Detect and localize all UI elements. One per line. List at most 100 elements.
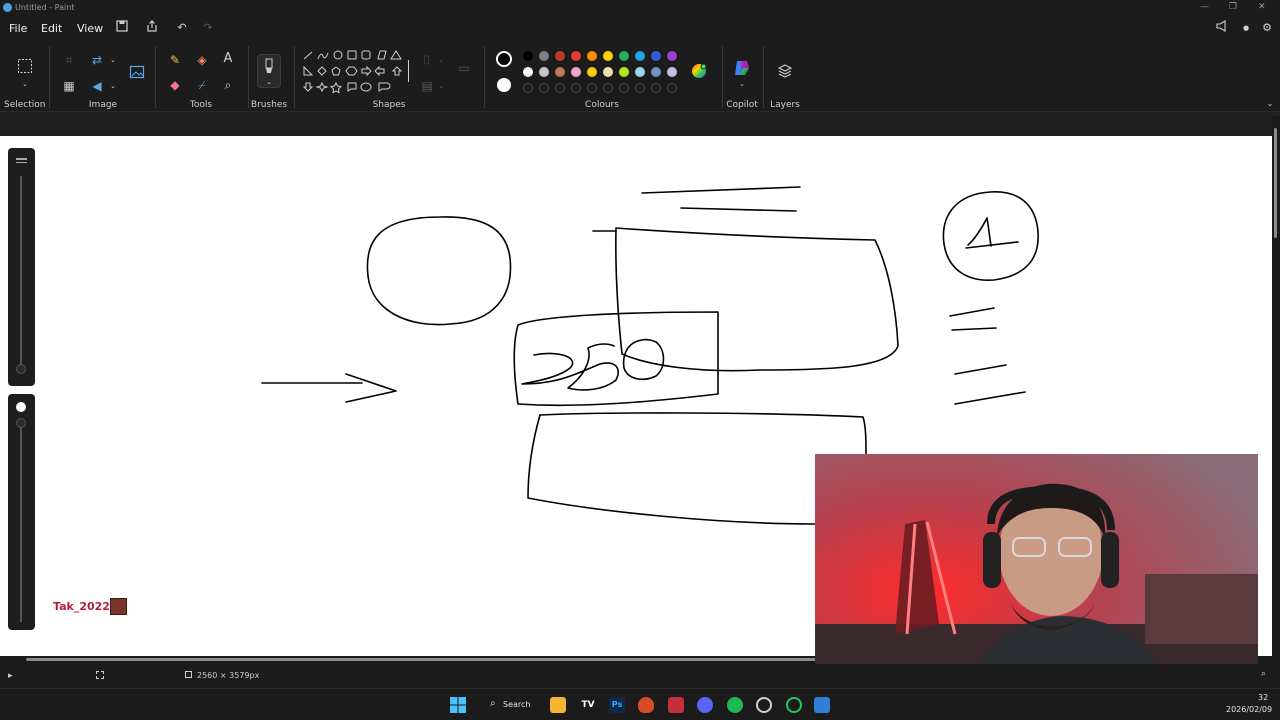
spotify-icon[interactable] (727, 697, 743, 713)
palette-swatch[interactable] (523, 51, 533, 61)
opacity-slider-thumb[interactable] (16, 418, 26, 428)
file-explorer-icon[interactable] (550, 697, 566, 713)
fill-bucket-icon[interactable]: ◈ (193, 52, 211, 68)
opacity-slider-track[interactable] (20, 420, 22, 622)
magnifier-icon[interactable]: ⌕ (219, 77, 237, 93)
colour-picker-icon[interactable]: ⌿ (193, 77, 211, 93)
thickness-slider-track[interactable] (20, 176, 22, 372)
custom-colour-slot[interactable] (539, 83, 549, 93)
palette-swatch[interactable] (651, 51, 661, 61)
custom-colour-slot[interactable] (571, 83, 581, 93)
undo-icon[interactable]: ↶ (174, 20, 190, 36)
palette-swatch[interactable] (571, 51, 581, 61)
horizontal-scrollbar-thumb[interactable] (26, 658, 816, 661)
zoom-icon[interactable]: ⌕ (1261, 669, 1266, 679)
palette-swatch[interactable] (523, 67, 533, 77)
palette-swatch[interactable] (667, 67, 677, 77)
custom-colour-slot[interactable] (587, 83, 597, 93)
size-chevron-down-icon[interactable]: ⌄ (432, 78, 450, 94)
custom-colour-slot[interactable] (667, 83, 677, 93)
taskbar-search-label: Search (503, 700, 531, 709)
copilot-chevron-down-icon[interactable]: ⌄ (733, 76, 751, 92)
sketch-line (680, 207, 797, 212)
taskbar-date: 2026/02/09 (1226, 705, 1273, 714)
minimize-icon[interactable]: — (1200, 2, 1209, 12)
watermark-label: Tak_2022 (53, 600, 110, 613)
paint-taskbar-icon[interactable] (814, 697, 830, 713)
menu-view[interactable]: View (77, 22, 103, 35)
account-icon[interactable]: ● (1238, 20, 1254, 36)
ribbon-divider (763, 46, 764, 108)
status-bar: ▸ 2560 × 3579px ⌕ (0, 664, 1280, 688)
selection-chevron-down-icon[interactable]: ⌄ (16, 76, 34, 92)
palette-swatch[interactable] (587, 51, 597, 61)
vertical-scrollbar-thumb[interactable] (1274, 128, 1277, 238)
palette-swatch[interactable] (667, 51, 677, 61)
obs-icon[interactable] (756, 697, 772, 713)
vertical-scrollbar[interactable] (1272, 116, 1280, 656)
voicemeeter-icon[interactable] (668, 697, 684, 713)
custom-colour-slot[interactable] (555, 83, 565, 93)
palette-swatch[interactable] (555, 51, 565, 61)
ribbon-divider (155, 46, 156, 108)
resize-chevron-down-icon[interactable]: ⌄ (104, 52, 122, 68)
secondary-colour-swatch[interactable] (497, 78, 511, 92)
save-icon[interactable] (114, 20, 130, 36)
crop-icon[interactable]: ⌗ (60, 52, 78, 68)
brave-browser-icon[interactable] (638, 697, 654, 713)
palette-swatch[interactable] (651, 67, 661, 77)
palette-swatch[interactable] (571, 67, 581, 77)
thickness-slider-thumb[interactable] (16, 364, 26, 374)
rotate-chevron-down-icon[interactable]: ⌄ (104, 78, 122, 94)
palette-swatch[interactable] (603, 51, 613, 61)
select-all-icon[interactable]: ▦ (60, 78, 78, 94)
palette-swatch[interactable] (603, 67, 613, 77)
shape-fill-icon[interactable]: ▭ (455, 60, 473, 76)
selection-rectangle-icon[interactable] (16, 58, 34, 74)
windows-taskbar: ⌕ Search TV Ps 32 2026/02/09 (0, 688, 1280, 720)
outline-chevron-down-icon[interactable]: ⌄ (432, 52, 450, 68)
shapes-gallery[interactable] (302, 49, 405, 97)
discord-icon[interactable] (697, 697, 713, 713)
custom-colour-slot[interactable] (603, 83, 613, 93)
windows-start-icon[interactable] (450, 697, 466, 713)
group-label-layers: Layers (770, 100, 800, 110)
menu-edit[interactable]: Edit (41, 22, 62, 35)
cursor-pointer-icon: ▸ (8, 671, 13, 681)
canvas-header-strip (0, 112, 1280, 136)
image-background-icon[interactable] (128, 64, 146, 80)
palette-swatch[interactable] (539, 51, 549, 61)
palette-swatch[interactable] (635, 51, 645, 61)
share-icon[interactable] (144, 20, 160, 36)
maximize-icon[interactable]: ❐ (1229, 2, 1237, 12)
shapes-scrollbar[interactable] (408, 60, 409, 82)
palette-swatch[interactable] (555, 67, 565, 77)
text-tool-icon[interactable]: A (219, 51, 237, 67)
custom-colour-slot[interactable] (635, 83, 645, 93)
tradingview-icon[interactable]: TV (580, 697, 596, 713)
brushes-button[interactable]: ⌄ (257, 54, 281, 88)
pencil-icon[interactable]: ✎ (166, 52, 184, 68)
palette-swatch[interactable] (539, 67, 549, 77)
palette-swatch[interactable] (635, 67, 645, 77)
palette-swatch[interactable] (619, 51, 629, 61)
edit-colours-icon[interactable] (690, 63, 708, 79)
chatgpt-icon[interactable] (786, 697, 802, 713)
redo-icon[interactable]: ↷ (200, 20, 216, 36)
announcement-icon[interactable] (1214, 20, 1230, 36)
brushes-chevron-down-icon: ⌄ (266, 78, 272, 86)
custom-colour-slot[interactable] (619, 83, 629, 93)
close-icon[interactable]: ✕ (1258, 2, 1266, 12)
palette-swatch[interactable] (587, 67, 597, 77)
ribbon-collapse-chevron-icon[interactable]: ⌄ (1261, 96, 1279, 112)
primary-colour-swatch[interactable] (496, 51, 512, 67)
custom-colour-slot[interactable] (651, 83, 661, 93)
menu-file[interactable]: File (9, 22, 27, 35)
photoshop-icon[interactable]: Ps (609, 697, 625, 713)
taskbar-search-box[interactable]: ⌕ Search (482, 695, 538, 715)
settings-gear-icon[interactable]: ⚙ (1259, 20, 1275, 36)
layers-icon[interactable] (776, 63, 794, 79)
palette-swatch[interactable] (619, 67, 629, 77)
custom-colour-slot[interactable] (523, 83, 533, 93)
eraser-icon[interactable]: ◆ (166, 77, 184, 93)
